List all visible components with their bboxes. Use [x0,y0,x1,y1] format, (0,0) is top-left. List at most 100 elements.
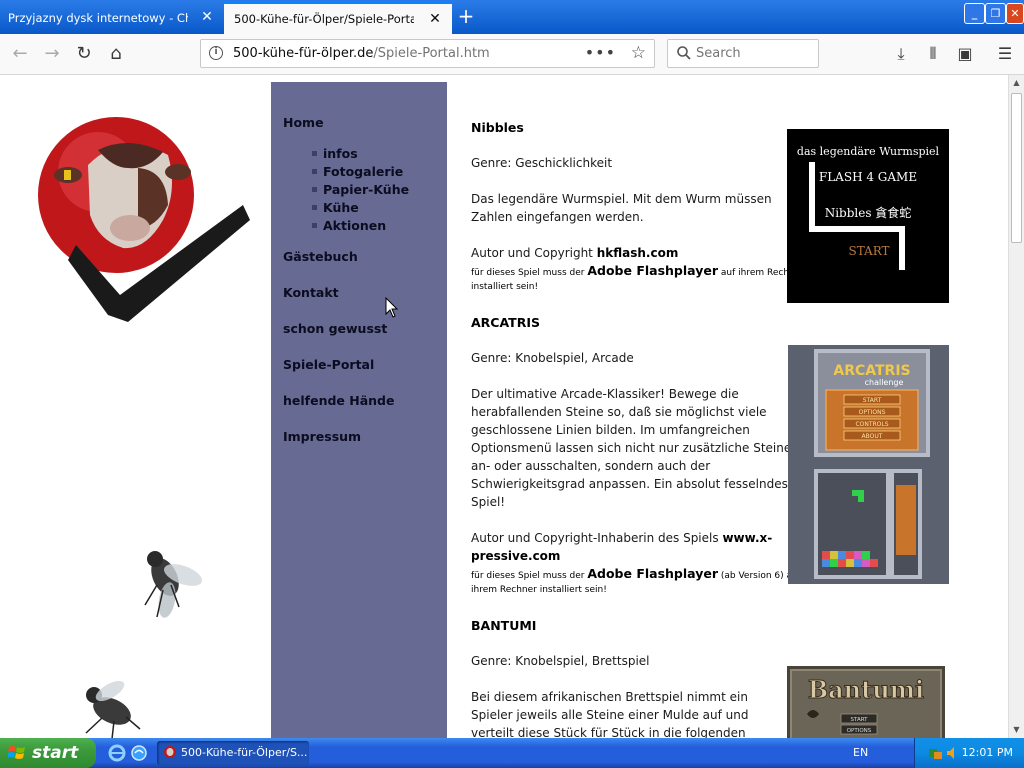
game-description: Das legendäre Wurmspiel. Mit dem Wurm mü… [471,192,772,206]
flash-requirement: für dieses Spiel muss der Adobe Flashpla… [471,567,801,583]
game-description: Optionsmenü lassen sich nicht nur zusätz… [471,441,792,455]
game-description: Spiel! [471,495,506,509]
url-bar[interactable]: i 500-kühe-für-ölper.de/Spiele-Portal.ht… [200,39,655,68]
game-author: Autor und Copyright-Inhaberin des Spiels… [471,529,772,547]
nav-item-schon-gewusst[interactable]: schon gewusst [283,321,387,336]
scroll-down-arrow-icon[interactable]: ▼ [1009,722,1024,738]
tab-title: Przyjazny dysk internetowy - Chomikuj [8,11,188,25]
nibbles-thumbnail-art: das legendäre Wurmspiel FLASH 4 GAME Nib… [797,145,940,270]
taskbar-clock[interactable]: 12:01 PM [962,746,1013,759]
minimize-button[interactable]: _ [964,3,985,24]
bantumi-thumbnail[interactable]: Bantumi START OPTIONS [787,666,945,738]
thumb-menu-item: OPTIONS [859,409,886,416]
thumb-menu-item: ABOUT [862,433,883,440]
home-icon[interactable]: ⌂ [104,42,128,66]
thumb-title: Bantumi [808,675,924,704]
forward-arrow-icon[interactable]: → [40,42,64,66]
vertical-scrollbar[interactable]: ▲ ▼ [1008,75,1024,738]
game-description: Zahlen eingefangen werden. [471,210,644,224]
search-box[interactable] [667,39,819,68]
game-title-bantumi: BANTUMI [471,618,537,633]
close-window-button[interactable]: ✕ [1006,3,1024,24]
arcatris-thumbnail-art: ARCATRIS challenge START OPTIONS CONTROL… [788,345,949,584]
nav-subitem-kuehe[interactable]: Kühe [312,200,359,215]
nav-item-home[interactable]: Home [283,115,324,130]
maximize-button[interactable]: ❐ [985,3,1006,24]
scroll-up-arrow-icon[interactable]: ▲ [1009,75,1024,91]
flash-requirement: für dieses Spiel muss der Adobe Flashpla… [471,264,804,280]
start-button[interactable]: start [0,738,96,768]
nav-item-gaestebuch[interactable]: Gästebuch [283,249,358,264]
new-tab-icon[interactable]: + [456,6,476,26]
game-title-arcatris: ARCATRIS [471,315,540,330]
tab-chomikuj[interactable]: Przyjazny dysk internetowy - Chomikuj ✕ [0,2,224,34]
bookmark-star-icon[interactable]: ☆ [631,43,646,63]
req-text: für dieses Spiel muss der [471,268,585,278]
nav-item-impressum[interactable]: Impressum [283,429,361,444]
nav-subitem-papier-kuehe[interactable]: Papier-Kühe [311,182,409,197]
url-text[interactable]: 500-kühe-für-ölper.de/Spiele-Portal.htm [233,46,490,61]
windows-logo-icon [8,746,25,759]
game-title-nibbles: Nibbles [471,120,524,135]
search-input[interactable] [696,46,811,61]
author-link[interactable]: www.x- [722,531,772,545]
url-host: 500-kühe-für-ölper.de [233,46,374,61]
start-label: start [32,743,79,763]
download-icon[interactable]: ⤓ [889,42,913,66]
sidebar-icon[interactable]: ▣ [953,42,977,66]
close-tab-icon[interactable]: ✕ [428,12,442,26]
game-genre: Genre: Geschicklichkeit [471,156,613,170]
flashplayer-link[interactable]: Adobe Flashplayer [587,263,718,278]
flashplayer-link[interactable]: Adobe Flashplayer [587,566,718,581]
internet-explorer-icon[interactable] [108,744,126,762]
back-arrow-icon[interactable]: ← [8,42,32,66]
arcatris-thumbnail[interactable]: ARCATRIS challenge START OPTIONS CONTROL… [788,345,949,584]
thumb-text: das legendäre Wurmspiel [797,145,940,158]
info-icon[interactable]: i [209,46,223,60]
taskbar-window-title: 500-Kühe-für-Ölper/S... [181,746,308,759]
hamburger-menu-icon[interactable]: ☰ [993,42,1017,66]
game-description: verteilt diese Stück für Stück in die fo… [471,726,746,738]
author-link[interactable]: hkflash.com [597,246,679,260]
game-author: pressive.com [471,547,560,565]
nav-subitem-fotogalerie[interactable]: Fotogalerie [311,164,403,179]
reload-icon[interactable]: ↻ [72,42,96,66]
author-link[interactable]: pressive.com [471,549,560,563]
show-desktop-icon[interactable] [130,744,148,762]
fly-illustration [85,680,141,738]
thumb-text: Nibbles 貪食蛇 [825,205,912,220]
close-tab-icon[interactable]: ✕ [200,10,214,24]
author-prefix: Autor und Copyright-Inhaberin des Spiels [471,531,719,545]
game-description: Der ultimative Arcade-Klassiker! Bewege … [471,387,739,401]
thumb-menu-item: CONTROLS [855,421,888,428]
nibbles-thumbnail[interactable]: das legendäre Wurmspiel FLASH 4 GAME Nib… [787,129,949,303]
tray-speaker-icon[interactable] [945,745,961,761]
tab-spiele-portal[interactable]: 500-Kühe-für-Ölper/Spiele-Portal ✕ [224,2,452,34]
game-description: geschlossene Linien bilden. Im umfangrei… [471,423,750,437]
scrollbar-thumb[interactable] [1011,93,1022,243]
nav-item-helfende-haende[interactable]: helfende Hände [283,393,394,408]
thumb-start-text: START [848,244,889,258]
language-indicator[interactable]: EN [853,746,868,759]
game-description: herabfallenden Steine so, daß sie möglic… [471,405,767,419]
game-genre: Genre: Knobelspiel, Arcade [471,351,634,365]
nav-item-spiele-portal[interactable]: Spiele-Portal [283,357,374,372]
author-prefix: Autor und Copyright [471,246,593,260]
page-actions-icon[interactable]: ••• [585,43,616,62]
nav-subitem-infos[interactable]: infos [312,146,358,161]
windows-taskbar: start 500-Kühe-für-Ölper/S... EN 12:01 P… [0,738,1024,768]
site-navigation: Home infos Fotogalerie Papier-Kühe Kühe … [271,82,447,738]
game-genre: Genre: Knobelspiel, Brettspiel [471,654,650,668]
thumb-button: START [851,717,869,723]
fly-illustration [144,551,203,618]
tab-title: 500-Kühe-für-Ölper/Spiele-Portal [234,12,414,26]
taskbar-window-button[interactable]: 500-Kühe-für-Ölper/S... [157,741,309,765]
library-icon[interactable]: ⫴ [921,42,945,66]
tab-bar: Przyjazny dysk internetowy - Chomikuj ✕ … [0,0,1024,34]
cow-favicon-icon [164,746,176,758]
nav-subitem-aktionen[interactable]: Aktionen [311,218,386,233]
game-description: Spieler jeweils alle Steine einer Mulde … [471,708,749,722]
tray-network-icon[interactable] [927,745,943,761]
thumb-button: OPTIONS [847,728,872,734]
nav-item-kontakt[interactable]: Kontakt [283,285,339,300]
